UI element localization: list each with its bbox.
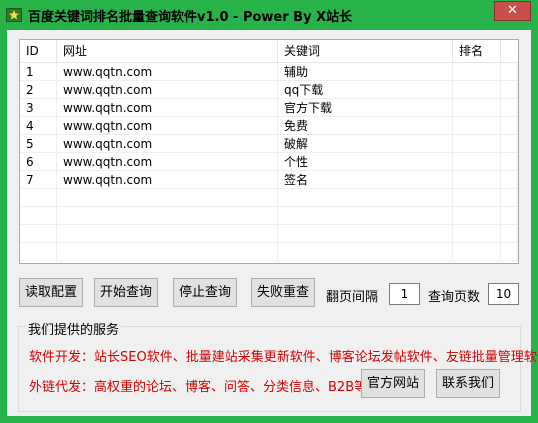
cell-keyword: 签名 — [278, 171, 453, 189]
cell-filler — [501, 225, 518, 243]
cell-url: www.qqtn.com — [57, 153, 278, 171]
cell-id — [20, 189, 57, 207]
cell-id: 4 — [20, 117, 57, 135]
cell-rank — [453, 225, 501, 243]
cell-rank — [453, 189, 501, 207]
cell-keyword — [278, 225, 453, 243]
cell-rank — [453, 117, 501, 135]
cell-id: 7 — [20, 171, 57, 189]
cell-rank — [453, 207, 501, 225]
cell-filler — [501, 189, 518, 207]
table-row[interactable]: 7 www.qqtn.com 签名 — [20, 171, 518, 189]
window-title: 百度关键词排名批量查询软件v1.0 - Power By X站长 — [28, 10, 353, 25]
cell-url: www.qqtn.com — [57, 171, 278, 189]
cell-keyword — [278, 207, 453, 225]
cell-keyword — [278, 189, 453, 207]
cell-rank — [453, 81, 501, 99]
services-link-posting-text: 外链代发：高权重的论坛、博客、问答、分类信息、B2B等 — [29, 380, 368, 395]
query-pages-input[interactable]: 10 — [488, 283, 519, 305]
table-row[interactable] — [20, 189, 518, 207]
cell-filler — [501, 171, 518, 189]
column-header-url[interactable]: 网址 — [57, 40, 278, 62]
cell-id: 3 — [20, 99, 57, 117]
official-site-button[interactable]: 官方网站 — [361, 369, 425, 398]
cell-url: www.qqtn.com — [57, 63, 278, 81]
cell-keyword: qq下载 — [278, 81, 453, 99]
cell-keyword — [278, 243, 453, 261]
cell-rank — [453, 153, 501, 171]
cell-rank — [453, 99, 501, 117]
cell-rank — [453, 243, 501, 261]
query-pages-label: 查询页数 — [428, 290, 481, 305]
close-button[interactable]: ✕ — [494, 1, 531, 21]
cell-filler — [501, 81, 518, 99]
table-row[interactable]: 1 www.qqtn.com 辅助 — [20, 63, 518, 81]
services-title: 我们提供的服务 — [26, 319, 122, 338]
retry-failed-button[interactable]: 失败重查 — [251, 278, 315, 307]
cell-filler — [501, 99, 518, 117]
column-header-filler — [501, 40, 518, 62]
cell-url: www.qqtn.com — [57, 135, 278, 153]
start-query-button[interactable]: 开始查询 — [94, 278, 158, 307]
table-row[interactable]: 5 www.qqtn.com 破解 — [20, 135, 518, 153]
star-app-icon — [6, 8, 22, 22]
cell-rank — [453, 135, 501, 153]
cell-url — [57, 243, 278, 261]
cell-url: www.qqtn.com — [57, 81, 278, 99]
cell-url — [57, 207, 278, 225]
cell-url — [57, 189, 278, 207]
cell-id: 2 — [20, 81, 57, 99]
cell-keyword: 辅助 — [278, 63, 453, 81]
cell-filler — [501, 117, 518, 135]
table-row[interactable] — [20, 225, 518, 243]
cell-id — [20, 243, 57, 261]
column-header-keyword[interactable]: 关键词 — [278, 40, 453, 62]
cell-filler — [501, 135, 518, 153]
cell-id — [20, 225, 57, 243]
table-row[interactable] — [20, 207, 518, 225]
cell-url — [57, 225, 278, 243]
cell-keyword: 破解 — [278, 135, 453, 153]
cell-rank — [453, 171, 501, 189]
cell-rank — [453, 63, 501, 81]
cell-id: 1 — [20, 63, 57, 81]
table-row[interactable]: 2 www.qqtn.com qq下载 — [20, 81, 518, 99]
table-row[interactable]: 3 www.qqtn.com 官方下载 — [20, 99, 518, 117]
client-area: ID 网址 关键词 排名 1 www.qqtn.com 辅助 2 www.qqtn.co… — [7, 30, 538, 416]
cell-id: 6 — [20, 153, 57, 171]
cell-filler — [501, 153, 518, 171]
page-interval-input[interactable]: 1 — [389, 283, 420, 305]
cell-id: 5 — [20, 135, 57, 153]
app-window: 百度关键词排名批量查询软件v1.0 - Power By X站长 ✕ ID 网址… — [0, 0, 538, 423]
cell-filler — [501, 243, 518, 261]
cell-keyword: 个性 — [278, 153, 453, 171]
cell-url: www.qqtn.com — [57, 117, 278, 135]
read-config-button[interactable]: 读取配置 — [19, 278, 83, 307]
cell-keyword: 官方下载 — [278, 99, 453, 117]
table-row[interactable]: 6 www.qqtn.com 个性 — [20, 153, 518, 171]
table-row[interactable]: 4 www.qqtn.com 免费 — [20, 117, 518, 135]
contact-us-button[interactable]: 联系我们 — [436, 369, 500, 398]
column-header-rank[interactable]: 排名 — [453, 40, 501, 62]
listview-header: ID 网址 关键词 排名 — [20, 40, 518, 63]
stop-query-button[interactable]: 停止查询 — [173, 278, 237, 307]
cell-keyword: 免费 — [278, 117, 453, 135]
page-interval-label: 翻页间隔 — [326, 290, 379, 305]
results-listview[interactable]: ID 网址 关键词 排名 1 www.qqtn.com 辅助 2 www.qqtn.co… — [19, 39, 519, 264]
column-header-id[interactable]: ID — [20, 40, 57, 62]
table-row[interactable] — [20, 243, 518, 261]
title-bar[interactable]: 百度关键词排名批量查询软件v1.0 - Power By X站长 ✕ — [0, 0, 538, 30]
services-software-dev-text: 软件开发：站长SEO软件、批量建站采集更新软件、博客论坛发帖软件、友链批量管理软… — [29, 350, 538, 365]
cell-url: www.qqtn.com — [57, 99, 278, 117]
cell-filler — [501, 207, 518, 225]
cell-filler — [501, 63, 518, 81]
cell-id — [20, 207, 57, 225]
